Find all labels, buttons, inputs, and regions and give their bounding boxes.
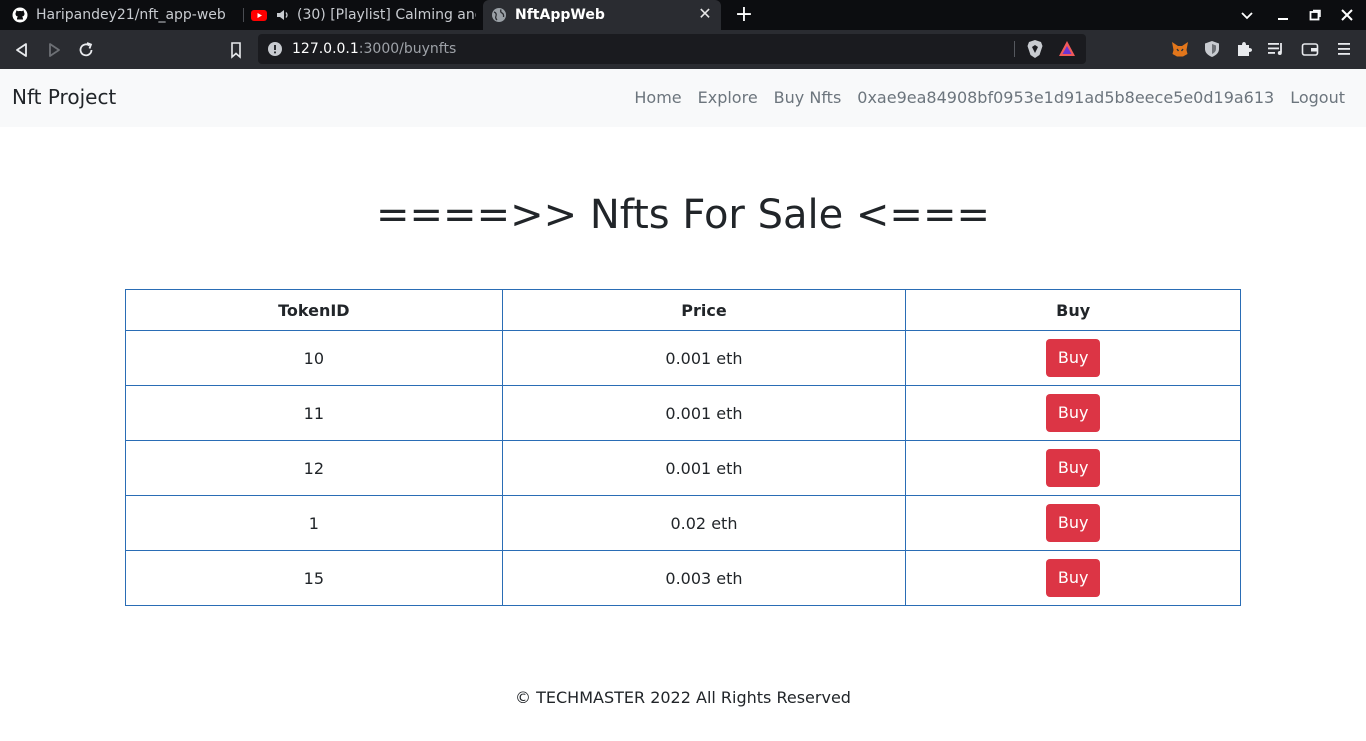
tab-list-chevron-icon[interactable]	[1239, 7, 1255, 23]
tab-title: (30) [Playlist] Calming and	[297, 7, 476, 23]
browser-toolbar: 127.0.0.1:3000/buynfts	[0, 30, 1366, 69]
page-title: ====>> Nfts For Sale <===	[376, 192, 990, 238]
brave-shields-icon[interactable]	[1026, 39, 1044, 63]
nav-links: Home Explore Buy Nfts 0xae9ea84908bf0953…	[634, 88, 1345, 107]
token-id-cell: 12	[125, 440, 503, 496]
navbar-brand[interactable]: Nft Project	[12, 85, 116, 109]
reload-icon[interactable]	[76, 40, 96, 60]
browser-tab-bar: Haripandey21/nft_app-web (30) [Playlist]…	[0, 0, 1366, 30]
info-icon[interactable]	[267, 41, 283, 61]
new-tab-button[interactable]: +	[733, 4, 755, 26]
tab-nftappweb[interactable]: NftAppWeb ✕	[483, 0, 721, 30]
wallet-icon[interactable]	[1301, 40, 1319, 58]
bookmark-icon[interactable]	[226, 40, 246, 60]
nav-link-buy-nfts[interactable]: Buy Nfts	[774, 88, 842, 107]
youtube-icon	[251, 7, 267, 23]
token-id-cell: 15	[125, 550, 503, 606]
buy-button[interactable]: Buy	[1045, 339, 1101, 377]
address-bar[interactable]: 127.0.0.1:3000/buynfts	[258, 34, 1086, 64]
column-header-price: Price	[501, 289, 907, 331]
speaker-icon[interactable]	[275, 7, 291, 23]
playlist-icon[interactable]	[1267, 40, 1285, 58]
buy-button[interactable]: Buy	[1045, 394, 1101, 432]
url-path: :3000/buynfts	[358, 41, 457, 57]
token-id-cell: 10	[125, 330, 503, 386]
token-id-cell: 11	[125, 385, 503, 441]
price-cell: 0.02 eth	[501, 495, 907, 551]
back-icon[interactable]	[12, 40, 32, 60]
nav-link-home[interactable]: Home	[634, 88, 681, 107]
buy-cell: Buy	[905, 385, 1241, 441]
metamask-icon[interactable]	[1171, 40, 1189, 58]
maximize-icon[interactable]	[1307, 7, 1323, 23]
buy-button[interactable]: Buy	[1045, 449, 1101, 487]
url-host: 127.0.0.1	[292, 41, 359, 57]
price-cell: 0.001 eth	[501, 385, 907, 441]
nav-link-explore[interactable]: Explore	[698, 88, 758, 107]
forward-icon[interactable]	[44, 40, 64, 60]
window-close-icon[interactable]	[1339, 7, 1355, 23]
page-footer: © TECHMASTER 2022 All Rights Reserved	[515, 688, 851, 707]
nfts-for-sale-table: TokenID Price Buy 10 0.001 eth Buy 11 0.…	[125, 289, 1241, 606]
tab-divider	[243, 8, 244, 22]
price-cell: 0.003 eth	[501, 550, 907, 606]
buy-cell: Buy	[905, 495, 1241, 551]
token-id-cell: 1	[125, 495, 503, 551]
tab-youtube[interactable]: (30) [Playlist] Calming and	[251, 0, 476, 30]
tab-title: NftAppWeb	[515, 7, 605, 23]
column-header-tokenid: TokenID	[125, 289, 503, 331]
buy-button[interactable]: Buy	[1045, 504, 1101, 542]
url-divider	[1014, 41, 1015, 57]
minimize-icon[interactable]	[1275, 7, 1291, 23]
extensions-puzzle-icon[interactable]	[1235, 40, 1253, 58]
table-row: 15 0.003 eth Buy	[125, 550, 1241, 606]
price-cell: 0.001 eth	[501, 330, 907, 386]
url-text: 127.0.0.1:3000/buynfts	[292, 41, 456, 57]
buy-cell: Buy	[905, 330, 1241, 386]
price-cell: 0.001 eth	[501, 440, 907, 496]
github-icon	[12, 7, 28, 23]
brave-rewards-icon[interactable]	[1058, 40, 1076, 62]
buy-button[interactable]: Buy	[1045, 559, 1101, 597]
menu-icon[interactable]	[1335, 40, 1353, 58]
nav-link-logout[interactable]: Logout	[1290, 88, 1345, 107]
buy-cell: Buy	[905, 440, 1241, 496]
table-row: 12 0.001 eth Buy	[125, 440, 1241, 496]
table-header-row: TokenID Price Buy	[125, 289, 1241, 331]
table-row: 10 0.001 eth Buy	[125, 330, 1241, 386]
wallet-address[interactable]: 0xae9ea84908bf0953e1d91ad5b8eece5e0d19a6…	[857, 88, 1274, 107]
tab-github[interactable]: Haripandey21/nft_app-web	[12, 0, 240, 30]
table-row: 1 0.02 eth Buy	[125, 495, 1241, 551]
shield-extension-icon[interactable]	[1203, 40, 1221, 58]
globe-icon	[491, 7, 507, 23]
buy-cell: Buy	[905, 550, 1241, 606]
site-navbar: Nft Project Home Explore Buy Nfts 0xae9e…	[0, 69, 1366, 127]
tab-title: Haripandey21/nft_app-web	[36, 7, 226, 23]
column-header-buy: Buy	[905, 289, 1241, 331]
table-row: 11 0.001 eth Buy	[125, 385, 1241, 441]
close-icon[interactable]: ✕	[697, 6, 713, 22]
